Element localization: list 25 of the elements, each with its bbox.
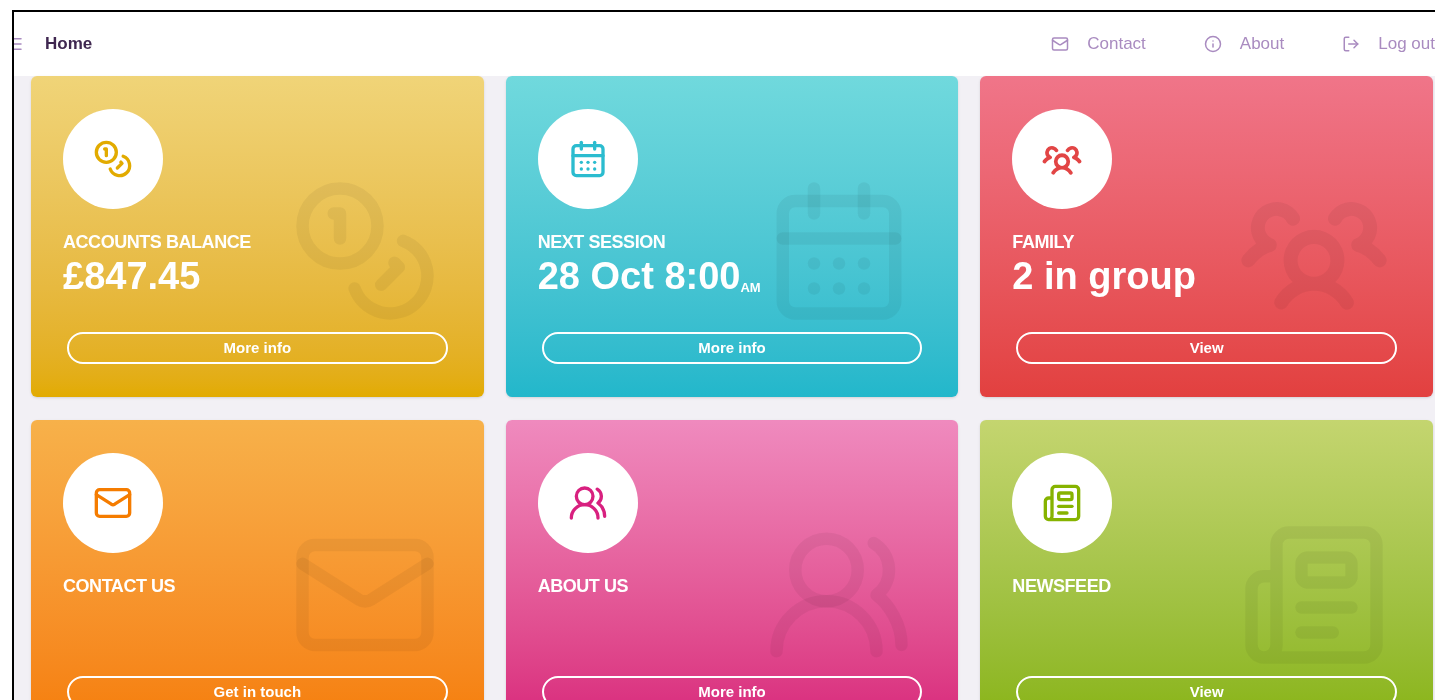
card-value: 28 Oct 8:00$_{AM}$ [537, 254, 762, 299]
card-label: CONTACT US [63, 575, 177, 597]
card-label: NEWSFEED [1012, 575, 1112, 597]
card-label: FAMILY [1012, 231, 1075, 253]
info-icon [1203, 35, 1222, 53]
page-title: Home [45, 33, 93, 56]
card-button[interactable]: More info [67, 332, 448, 364]
card-button[interactable]: View [1016, 332, 1397, 364]
card-button[interactable]: Get in touch [67, 676, 448, 700]
nav-link[interactable]: About [1203, 31, 1285, 57]
coins-icon [93, 139, 133, 179]
people-icon [567, 483, 608, 523]
card-label: NEXT SESSION [537, 231, 667, 253]
newspaper-icon [1042, 483, 1083, 523]
card-value: 2 in group [1012, 254, 1197, 299]
card-value: £847.45 [63, 254, 202, 299]
logout-icon [1342, 35, 1361, 53]
nav-link[interactable]: Contact [1051, 31, 1146, 57]
nav-link[interactable]: Log out [1342, 31, 1435, 57]
envelope-icon [1051, 35, 1070, 53]
card-label: ACCOUNTS BALANCE [63, 231, 252, 253]
card-label: ABOUT US [537, 575, 630, 597]
card-button[interactable]: More info [541, 332, 923, 364]
card-button[interactable]: View [1016, 676, 1397, 700]
card-button[interactable]: More info [541, 676, 923, 700]
